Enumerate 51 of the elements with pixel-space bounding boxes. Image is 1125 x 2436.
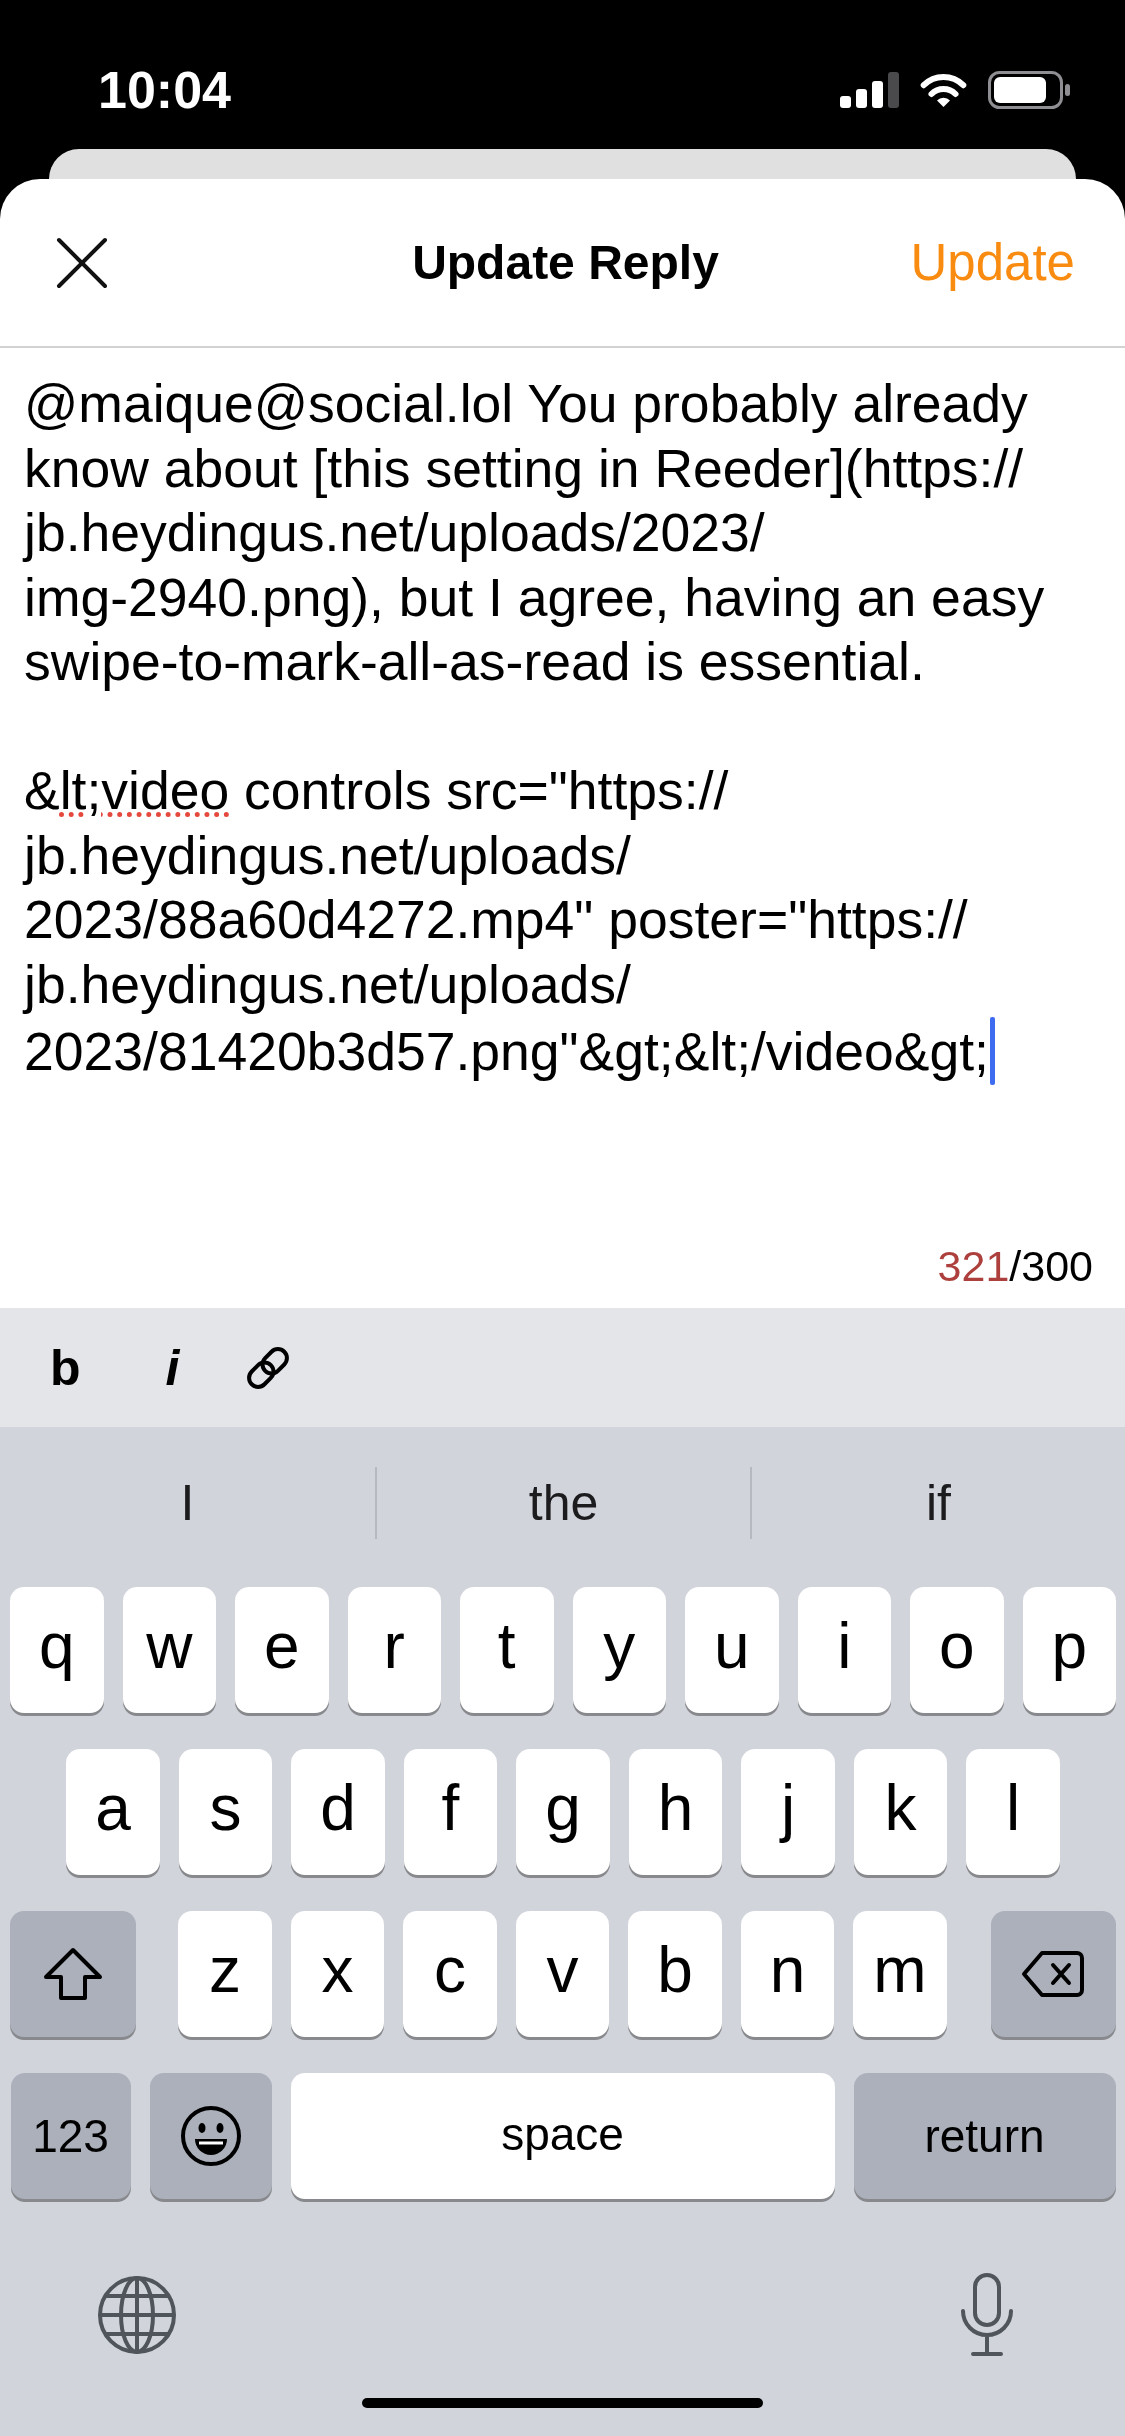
header-title: Update Reply [412, 235, 719, 290]
letter-key[interactable]: u [685, 1587, 779, 1713]
letter-key[interactable]: q [10, 1587, 104, 1713]
reply-text-field[interactable]: @maique@social.lol You probably already know about [this setting in Reeder](https:// jb.heydingus.net/uploads/2023/ img-2940.png), but I agree, having an easy swipe-to-mark-all-as-read is essential. &lt;video controls src="https:// jb.heydingus.net/uploads/ 2023/88a60d4272.mp4" poster="https:// jb.heydingus.net/uploads/ 2023/81420b3d57.png"&gt;&lt;/video&gt; [0, 348, 1125, 1225]
suggestion[interactable]: if [926, 1475, 951, 1531]
shift-key[interactable] [10, 1911, 137, 2037]
emoji-key[interactable] [149, 2073, 272, 2199]
letter-key[interactable]: i [797, 1587, 891, 1713]
globe-icon[interactable] [97, 2275, 177, 2355]
close-button[interactable] [56, 236, 108, 289]
letter-key[interactable]: w [122, 1587, 216, 1713]
space-bar[interactable]: space [290, 2073, 835, 2199]
italic-button[interactable]: i [165, 1342, 180, 1393]
letter-key[interactable]: n [740, 1911, 835, 2037]
smiley-icon [179, 2105, 242, 2167]
letter-key[interactable]: b [628, 1911, 722, 2037]
letter-key[interactable]: v [515, 1911, 610, 2037]
letter-key[interactable]: t [460, 1587, 554, 1713]
letter-key[interactable]: r [347, 1587, 441, 1713]
letter-key[interactable]: j [741, 1749, 835, 1875]
letter-key[interactable]: h [628, 1749, 723, 1875]
character-counter: 321/300 [937, 1242, 1093, 1291]
microphone-icon[interactable] [959, 2273, 1015, 2357]
letter-key[interactable]: e [235, 1587, 329, 1713]
wifi-icon [918, 71, 969, 108]
letter-key[interactable]: y [572, 1587, 666, 1713]
letter-key[interactable]: z [178, 1911, 272, 2037]
letter-key[interactable]: l [966, 1749, 1060, 1875]
letter-key[interactable]: m [853, 1911, 947, 2037]
letter-key[interactable]: d [291, 1749, 385, 1875]
shift-arrow-icon [42, 1947, 105, 2001]
letter-key[interactable]: k [853, 1749, 948, 1875]
letter-key[interactable]: f [403, 1749, 498, 1875]
letter-key[interactable]: p [1022, 1587, 1116, 1713]
numbers-key[interactable]: 123 [10, 2073, 131, 2199]
signal-icon [840, 71, 899, 108]
battery-icon [988, 70, 1070, 109]
letter-key[interactable]: g [516, 1749, 610, 1875]
bold-button[interactable]: b [50, 1342, 81, 1393]
letter-key[interactable]: o [910, 1587, 1004, 1713]
backspace-icon [1021, 1950, 1086, 1998]
suggestion[interactable]: I [180, 1475, 195, 1531]
status-time: 10:04 [98, 59, 231, 120]
return-key[interactable]: return [853, 2073, 1116, 2199]
close-icon [56, 236, 108, 289]
delete-key[interactable] [990, 1911, 1116, 2037]
suggestion[interactable]: the [528, 1475, 599, 1531]
letter-key[interactable]: a [66, 1749, 160, 1875]
letter-key[interactable]: x [290, 1911, 385, 2037]
letter-key[interactable]: s [178, 1749, 273, 1875]
letter-key[interactable]: c [403, 1911, 497, 2037]
